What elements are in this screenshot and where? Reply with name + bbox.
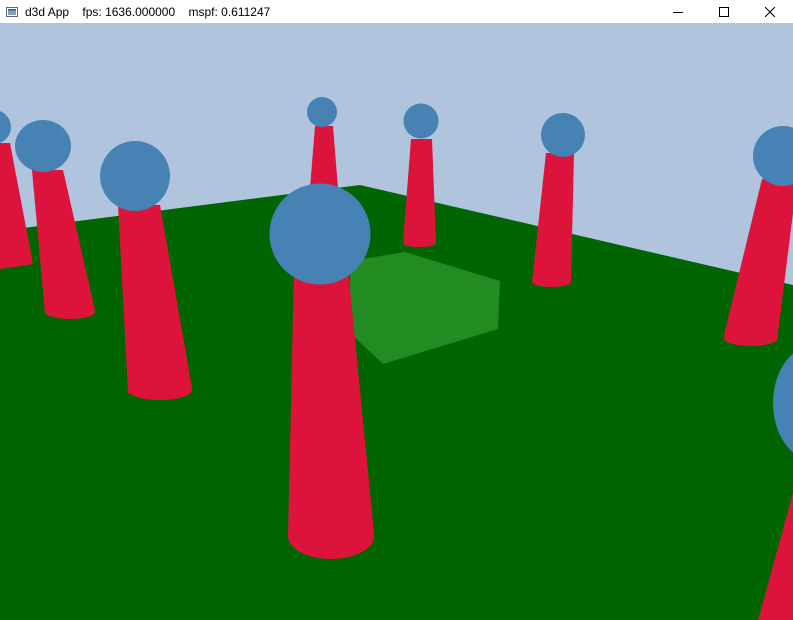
render-viewport[interactable] xyxy=(0,23,793,620)
app-name: d3d App xyxy=(25,4,70,19)
close-button[interactable] xyxy=(747,0,793,23)
pillar xyxy=(403,103,439,247)
cylinder-base xyxy=(724,330,778,346)
maximize-button[interactable] xyxy=(701,0,747,23)
app-window: d3d App fps: 1636.000000 mspf: 0.611247 xyxy=(0,0,793,620)
window-title: d3d App fps: 1636.000000 mspf: 0.611247 xyxy=(25,4,270,20)
cylinder-base xyxy=(128,380,192,400)
sphere xyxy=(541,113,585,157)
fps-readout: fps: 1636.000000 xyxy=(82,4,176,19)
cylinder-base xyxy=(288,513,374,559)
scene-canvas xyxy=(0,23,793,620)
sphere xyxy=(307,97,337,127)
app-icon xyxy=(6,6,18,17)
sphere xyxy=(403,103,439,139)
sphere xyxy=(100,141,170,211)
cylinder-base xyxy=(403,239,436,247)
window-controls xyxy=(655,0,793,23)
mspf-readout: mspf: 0.611247 xyxy=(188,4,271,19)
sphere xyxy=(269,183,371,285)
minimize-icon xyxy=(673,11,683,13)
minimize-button[interactable] xyxy=(655,0,701,23)
cylinder-base xyxy=(532,277,571,287)
maximize-icon xyxy=(719,6,729,17)
title-bar[interactable]: d3d App fps: 1636.000000 mspf: 0.611247 xyxy=(0,0,793,23)
cylinder-base xyxy=(45,305,95,319)
sphere xyxy=(15,120,71,172)
close-icon xyxy=(765,6,775,17)
